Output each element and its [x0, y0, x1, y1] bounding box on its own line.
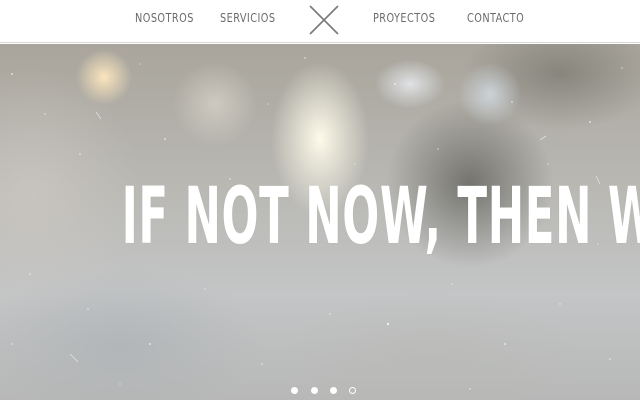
nav-link-contacto[interactable]: CONTACTO [467, 11, 524, 25]
hero-headline: IF NOT NOW, THEN WHEN. [121, 172, 640, 262]
slider-dot-1[interactable] [291, 387, 298, 394]
nav-link-nosotros[interactable]: NOSOTROS [135, 11, 194, 25]
nav-link-proyectos[interactable]: PROYECTOS [373, 11, 435, 25]
slider-dot-4-active[interactable] [349, 387, 356, 394]
slider-dot-2[interactable] [311, 387, 318, 394]
nav-link-servicios[interactable]: SERVICIOS [220, 11, 276, 25]
top-navigation-bar: NOSOTROS SERVICIOS PROYECTOS CONTACTO [0, 0, 640, 43]
slider-pagination [290, 387, 360, 397]
page: NOSOTROS SERVICIOS PROYECTOS CONTACTO IF… [0, 0, 640, 400]
x-logo-icon[interactable] [308, 4, 340, 36]
slider-dot-3[interactable] [330, 387, 337, 394]
hero-slider: IF NOT NOW, THEN WHEN. [0, 44, 640, 400]
